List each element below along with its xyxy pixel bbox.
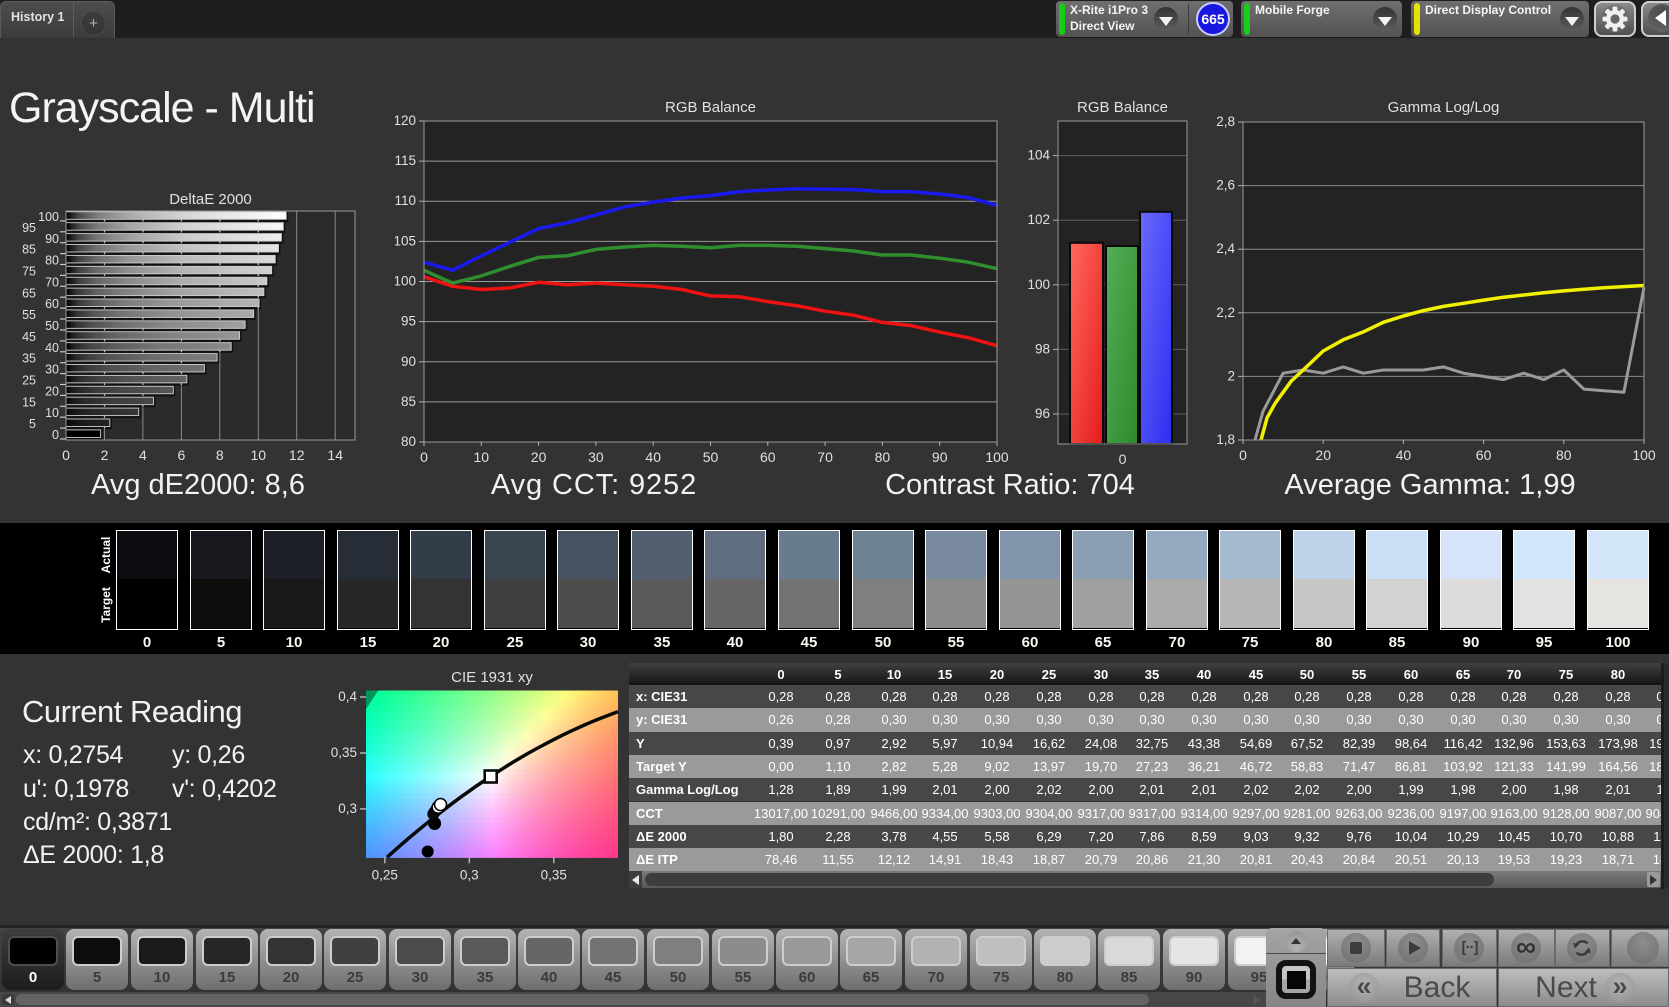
svg-text:2,4: 2,4 <box>1216 241 1235 256</box>
svg-text:104: 104 <box>1027 148 1050 163</box>
svg-text:CIE 1931 xy: CIE 1931 xy <box>451 669 533 686</box>
svg-text:100: 100 <box>395 274 416 289</box>
svg-text:6: 6 <box>178 447 186 463</box>
svg-text:0,25: 0,25 <box>372 867 398 882</box>
svg-text:80: 80 <box>1556 447 1572 463</box>
svg-text:0,3: 0,3 <box>460 867 479 882</box>
svg-text:80: 80 <box>401 434 416 449</box>
svg-text:100: 100 <box>1632 447 1656 463</box>
svg-text:10: 10 <box>474 449 490 465</box>
svg-text:20: 20 <box>1315 447 1331 463</box>
svg-text:RGB Balance: RGB Balance <box>665 100 756 116</box>
svg-text:0,35: 0,35 <box>331 745 357 760</box>
svg-text:25: 25 <box>22 374 36 388</box>
svg-text:0,4: 0,4 <box>338 689 357 704</box>
svg-text:2,6: 2,6 <box>1216 178 1235 193</box>
svg-text:85: 85 <box>22 243 36 257</box>
svg-text:120: 120 <box>395 113 416 128</box>
svg-text:5: 5 <box>29 417 36 431</box>
svg-text:55: 55 <box>22 308 36 322</box>
svg-text:45: 45 <box>22 330 36 344</box>
svg-text:14: 14 <box>327 447 343 463</box>
svg-text:95: 95 <box>22 221 36 235</box>
svg-text:90: 90 <box>932 449 948 465</box>
svg-text:20: 20 <box>531 449 547 465</box>
svg-text:90: 90 <box>45 232 59 246</box>
svg-text:2: 2 <box>101 447 109 463</box>
svg-text:Gamma Log/Log: Gamma Log/Log <box>1388 100 1500 116</box>
svg-text:80: 80 <box>45 254 59 268</box>
svg-text:80: 80 <box>875 449 891 465</box>
svg-text:0: 0 <box>420 449 428 465</box>
svg-text:60: 60 <box>45 297 59 311</box>
svg-text:70: 70 <box>817 449 833 465</box>
svg-text:98: 98 <box>1035 341 1050 356</box>
svg-text:105: 105 <box>395 233 416 248</box>
svg-text:85: 85 <box>401 394 416 409</box>
svg-text:40: 40 <box>45 341 59 355</box>
svg-text:0: 0 <box>1119 451 1127 467</box>
svg-text:0,3: 0,3 <box>338 801 357 816</box>
svg-text:40: 40 <box>645 449 661 465</box>
svg-text:50: 50 <box>45 319 59 333</box>
svg-text:60: 60 <box>1476 447 1492 463</box>
svg-text:2,2: 2,2 <box>1216 305 1235 320</box>
svg-text:102: 102 <box>1027 212 1050 227</box>
svg-text:20: 20 <box>45 384 59 398</box>
svg-text:1,8: 1,8 <box>1216 432 1235 447</box>
svg-text:100: 100 <box>1027 277 1050 292</box>
svg-text:90: 90 <box>401 354 416 369</box>
svg-text:RGB Balance: RGB Balance <box>1077 100 1168 116</box>
svg-text:DeltaE 2000: DeltaE 2000 <box>169 192 252 208</box>
svg-text:100: 100 <box>985 449 1009 465</box>
svg-text:0,35: 0,35 <box>541 867 567 882</box>
svg-text:12: 12 <box>289 447 305 463</box>
svg-text:115: 115 <box>395 153 416 168</box>
svg-text:10: 10 <box>45 406 59 420</box>
svg-text:65: 65 <box>22 286 36 300</box>
svg-text:70: 70 <box>45 275 59 289</box>
svg-text:50: 50 <box>703 449 719 465</box>
svg-text:4: 4 <box>139 447 147 463</box>
svg-text:110: 110 <box>395 193 416 208</box>
svg-text:40: 40 <box>1396 447 1412 463</box>
svg-text:10: 10 <box>251 447 267 463</box>
svg-text:15: 15 <box>22 395 36 409</box>
svg-text:2: 2 <box>1227 368 1235 383</box>
svg-text:100: 100 <box>38 210 59 224</box>
svg-text:35: 35 <box>22 352 36 366</box>
svg-text:96: 96 <box>1035 406 1050 421</box>
svg-text:60: 60 <box>760 449 776 465</box>
svg-text:0: 0 <box>1239 447 1247 463</box>
svg-text:0: 0 <box>52 428 59 442</box>
svg-text:2,8: 2,8 <box>1216 114 1235 129</box>
svg-text:30: 30 <box>588 449 604 465</box>
svg-text:30: 30 <box>45 363 59 377</box>
svg-text:8: 8 <box>216 447 224 463</box>
svg-text:75: 75 <box>22 265 36 279</box>
svg-text:95: 95 <box>401 314 416 329</box>
svg-text:0: 0 <box>62 447 70 463</box>
